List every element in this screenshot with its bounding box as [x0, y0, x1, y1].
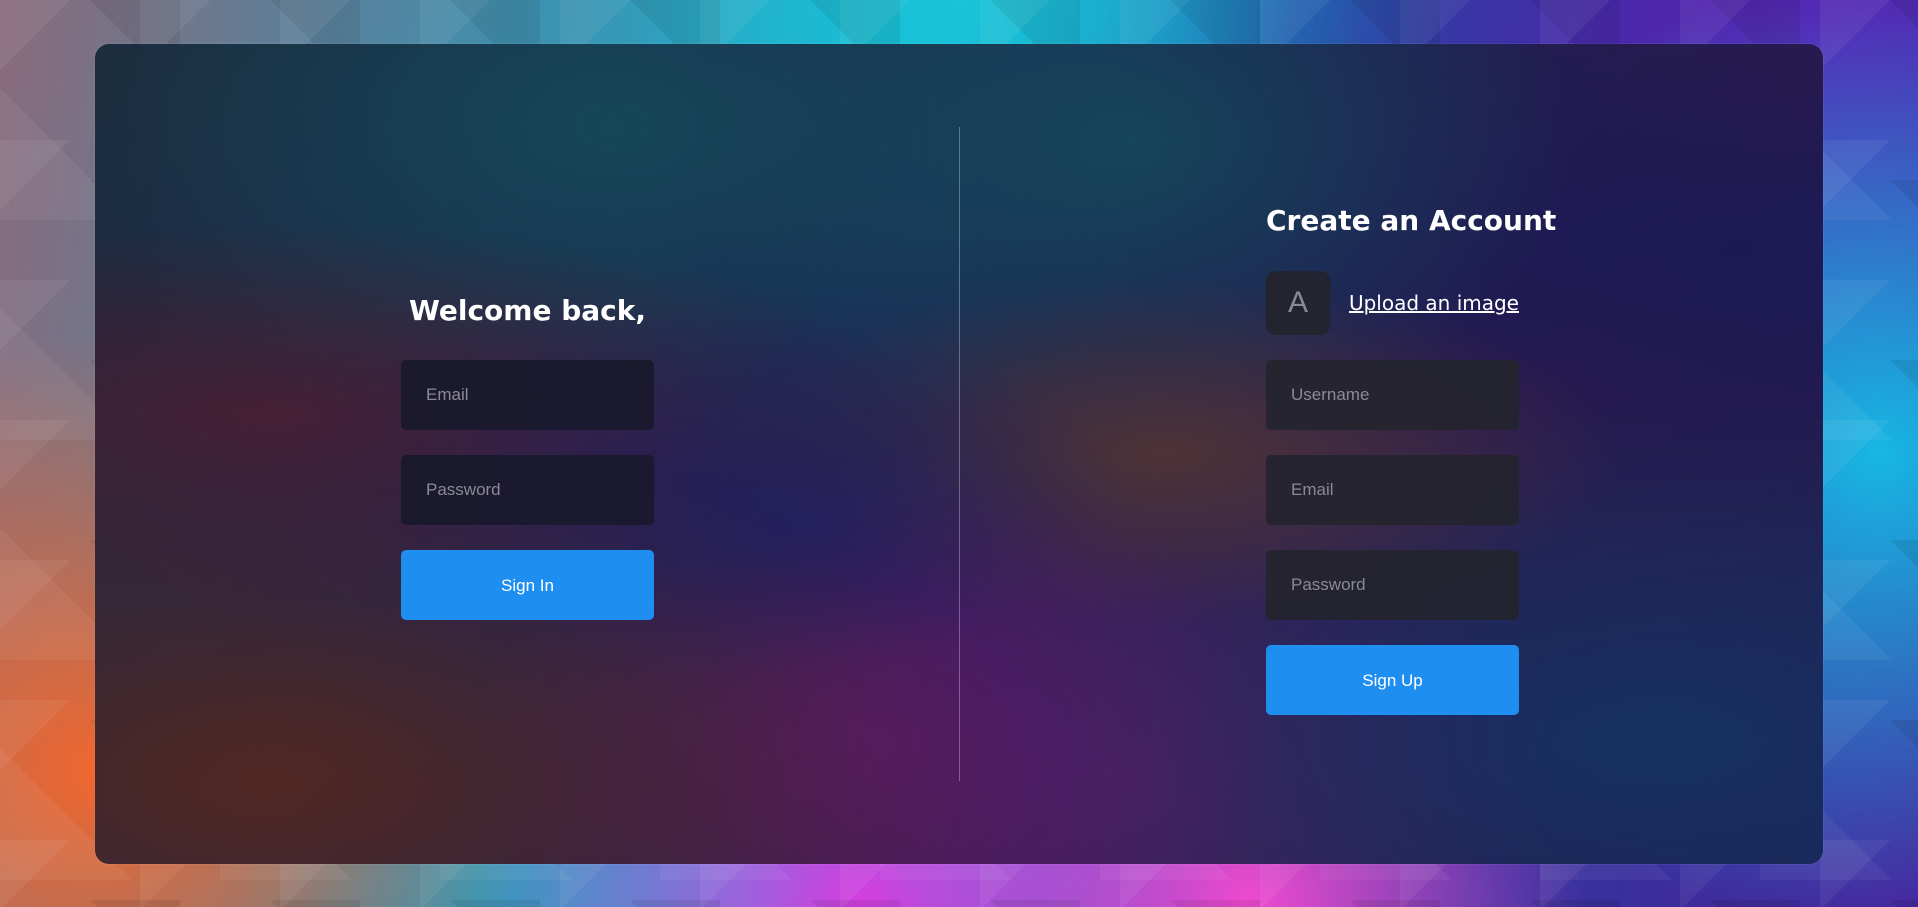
avatar-upload-row: A Upload an image — [1266, 271, 1519, 335]
sign-in-button[interactable]: Sign In — [401, 550, 654, 620]
sign-up-email-input[interactable] — [1266, 455, 1519, 525]
sign-up-title: Create an Account — [1266, 204, 1557, 237]
sign-in-email-input[interactable] — [401, 360, 654, 430]
sign-up-button[interactable]: Sign Up — [1266, 645, 1519, 715]
sign-in-panel: Welcome back, Sign In — [401, 294, 654, 620]
sign-up-panel: Create an Account A Upload an image Sign… — [1266, 204, 1557, 715]
sign-in-title: Welcome back, — [408, 294, 646, 327]
sign-in-password-input[interactable] — [401, 455, 654, 525]
sign-up-username-input[interactable] — [1266, 360, 1519, 430]
avatar[interactable]: A — [1266, 271, 1330, 335]
panel-divider — [959, 127, 960, 781]
sign-up-password-input[interactable] — [1266, 550, 1519, 620]
upload-image-link[interactable]: Upload an image — [1349, 291, 1519, 315]
auth-card: Welcome back, Sign In Create an Account … — [95, 44, 1823, 864]
